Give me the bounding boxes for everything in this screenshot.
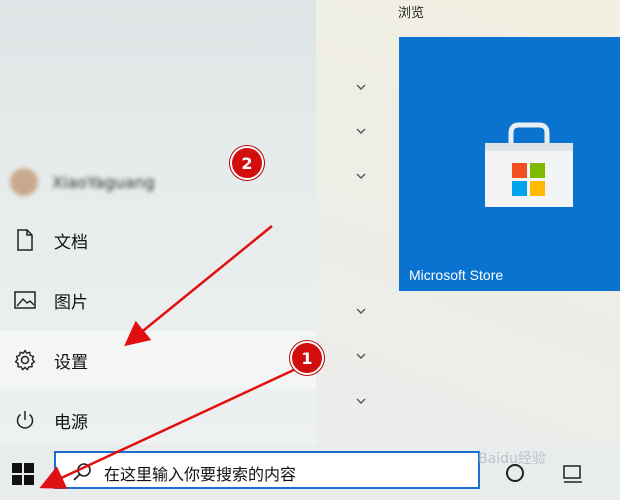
arrow-to-settings — [124, 225, 273, 347]
annotation-badge-1: 1 — [290, 341, 324, 375]
annotation-badge-2: 2 — [230, 146, 264, 180]
annotation-arrows — [39, 225, 299, 489]
arrow-to-start — [39, 366, 299, 489]
